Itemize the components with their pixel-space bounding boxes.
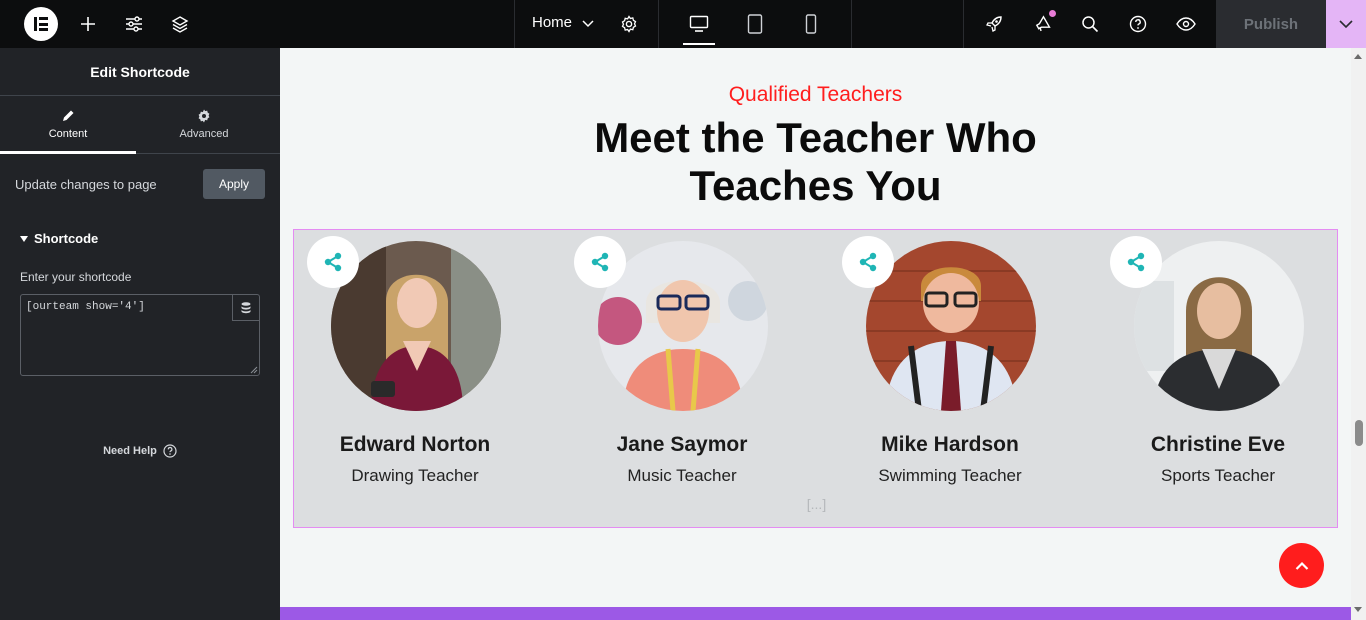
- preview-canvas: Qualified Teachers Meet the Teacher Who …: [280, 48, 1351, 620]
- divider: [658, 0, 659, 48]
- database-icon: [241, 301, 251, 313]
- divider: [851, 0, 852, 48]
- tab-content-label: Content: [48, 128, 88, 140]
- publish-button[interactable]: Publish: [1216, 0, 1326, 48]
- need-help-link[interactable]: Need Help: [0, 444, 280, 458]
- tab-content[interactable]: Content: [0, 96, 136, 154]
- share-button[interactable]: [574, 236, 626, 288]
- tab-advanced-label: Advanced: [179, 128, 229, 140]
- caret-down-icon: [20, 235, 28, 242]
- dynamic-tags-button[interactable]: [232, 295, 259, 321]
- shortcode-input[interactable]: [ourteam show='4']: [20, 294, 260, 376]
- canvas-scrollbar[interactable]: [1351, 48, 1366, 620]
- pencil-icon: [63, 110, 74, 121]
- teacher-role: Swimming Teacher: [878, 466, 1022, 485]
- section-title: Shortcode: [34, 231, 99, 246]
- rocket-icon[interactable]: [982, 12, 1006, 36]
- editor-topbar: Home Publish: [0, 0, 1366, 48]
- apply-button[interactable]: Apply: [203, 169, 265, 199]
- resize-handle-icon[interactable]: [250, 366, 258, 374]
- gear-icon[interactable]: [617, 12, 641, 36]
- publish-options-chevron-icon[interactable]: [1326, 0, 1366, 48]
- desktop-icon[interactable]: [683, 12, 715, 45]
- scroll-down-arrow-icon[interactable]: [1354, 607, 1362, 612]
- tablet-icon[interactable]: [743, 12, 767, 36]
- chevron-up-icon: [1295, 561, 1308, 570]
- divider: [963, 0, 964, 48]
- divider: [514, 0, 515, 48]
- share-icon: [1127, 252, 1145, 272]
- panel-tabs: Content Advanced: [0, 96, 280, 154]
- section-eyebrow: Qualified Teachers: [728, 83, 903, 106]
- help-icon[interactable]: [1126, 12, 1150, 36]
- footer-band: [280, 607, 1351, 620]
- editor-panel: Edit Shortcode Content Advanced Update c…: [0, 48, 280, 620]
- panel-title: Edit Shortcode: [0, 48, 280, 96]
- teacher-name: Edward Norton: [339, 433, 491, 456]
- share-button[interactable]: [1110, 236, 1162, 288]
- section-headline: Meet the Teacher Who Teaches You: [280, 114, 1351, 210]
- shortcode-value: [ourteam show='4']: [26, 301, 145, 313]
- apply-label: Update changes to page: [15, 176, 157, 192]
- page-selector[interactable]: Home: [532, 14, 572, 31]
- layers-icon[interactable]: [168, 12, 192, 36]
- headline-line-1: Meet the Teacher Who: [594, 114, 1037, 161]
- share-button[interactable]: [307, 236, 359, 288]
- share-icon: [324, 252, 342, 272]
- tab-advanced[interactable]: Advanced: [136, 96, 272, 153]
- plus-icon[interactable]: [76, 12, 100, 36]
- eye-icon[interactable]: [1174, 12, 1198, 36]
- apply-row: Update changes to page Apply: [15, 169, 265, 199]
- team-card: Jane Saymor Music Teacher: [562, 230, 802, 520]
- chevron-down-icon[interactable]: [576, 12, 600, 36]
- shortcode-ellipsis: [...]: [806, 496, 827, 512]
- teacher-name: Mike Hardson: [881, 433, 1019, 456]
- teacher-role: Drawing Teacher: [351, 466, 479, 485]
- need-help-label: Need Help: [103, 445, 157, 457]
- teacher-role: Music Teacher: [627, 466, 737, 485]
- share-icon: [591, 252, 609, 272]
- elementor-logo-icon[interactable]: [24, 7, 58, 41]
- shortcode-field-label: Enter your shortcode: [20, 270, 132, 284]
- scroll-up-arrow-icon[interactable]: [1354, 54, 1362, 59]
- teacher-name: Jane Saymor: [616, 433, 748, 456]
- teacher-role: Sports Teacher: [1160, 466, 1276, 485]
- headline-line-2: Teaches You: [689, 162, 942, 209]
- team-card: Christine Eve Sports Teacher: [1098, 230, 1338, 520]
- teacher-name: Christine Eve: [1150, 433, 1286, 456]
- search-icon[interactable]: [1078, 12, 1102, 36]
- sliders-icon[interactable]: [122, 12, 146, 36]
- team-card: Mike Hardson Swimming Teacher: [830, 230, 1070, 520]
- notification-dot: [1049, 10, 1056, 17]
- section-shortcode-toggle[interactable]: Shortcode: [20, 231, 98, 246]
- mobile-icon[interactable]: [799, 12, 823, 36]
- scrollbar-thumb[interactable]: [1355, 420, 1363, 446]
- help-icon: [163, 444, 177, 458]
- team-card: Edward Norton Drawing Teacher: [295, 230, 535, 520]
- scroll-to-top-button[interactable]: [1279, 543, 1324, 588]
- gear-icon: [198, 109, 210, 123]
- share-button[interactable]: [842, 236, 894, 288]
- shortcode-widget[interactable]: Edward Norton Drawing Teacher Jane Saymo…: [293, 229, 1338, 528]
- share-icon: [859, 252, 877, 272]
